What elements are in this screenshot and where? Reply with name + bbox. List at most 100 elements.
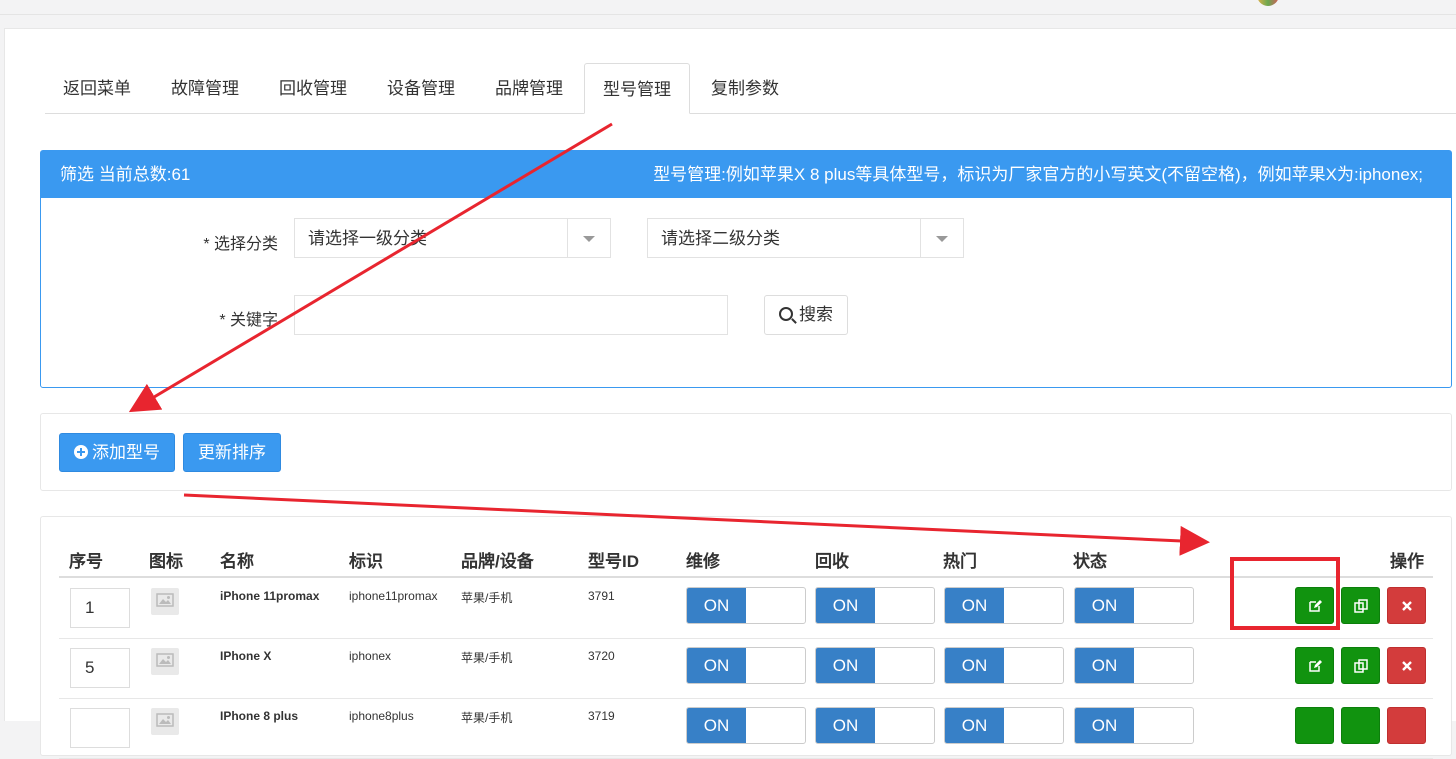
image-placeholder-icon [151, 588, 179, 615]
chevron-down-icon [567, 219, 610, 257]
table-row: IPhone 8 plus iphone8plus 苹果/手机 3719 ON … [59, 698, 1433, 759]
filter-header: 筛选 当前总数:61 型号管理:例如苹果X 8 plus等具体型号，标识为厂家官… [41, 151, 1451, 198]
header-sort: 序号 [69, 552, 103, 571]
edit-icon [1309, 660, 1322, 672]
keyword-input[interactable] [294, 295, 728, 335]
tab-copy-params[interactable]: 复制参数 [693, 63, 797, 113]
model-slug: iphonex [349, 649, 392, 663]
add-model-button[interactable]: 添加型号 [59, 433, 175, 472]
switch-on-label: ON [945, 648, 1004, 683]
header-repair: 维修 [686, 552, 720, 571]
model-name: IPhone X [220, 649, 272, 663]
header-recycle: 回收 [815, 552, 849, 571]
switch-on-label: ON [945, 588, 1004, 623]
tab-recycle-management[interactable]: 回收管理 [261, 63, 365, 113]
switch-on-label: ON [687, 588, 746, 623]
model-name: iPhone 11promax [220, 589, 320, 603]
copy-icon [1354, 599, 1368, 613]
plus-circle-icon [74, 445, 88, 459]
delete-button[interactable] [1387, 707, 1426, 744]
sort-input[interactable]: 5 [70, 648, 130, 688]
tab-fault-management[interactable]: 故障管理 [153, 63, 257, 113]
switch-on-label: ON [945, 708, 1004, 743]
action-panel: 添加型号 更新排序 [40, 413, 1452, 491]
switch-on-label: ON [687, 708, 746, 743]
model-brand: 苹果/手机 [461, 651, 513, 665]
switch-on-label: ON [816, 708, 875, 743]
recycle-switch[interactable]: ON [815, 587, 935, 624]
category1-value: 请选择一级分类 [308, 229, 427, 248]
category1-select[interactable]: 请选择一级分类 [294, 218, 611, 258]
edit-button[interactable] [1295, 707, 1334, 744]
search-icon [779, 307, 793, 321]
logo-icon [1257, 0, 1279, 6]
delete-button[interactable] [1387, 587, 1426, 624]
model-id: 3791 [588, 589, 615, 603]
hot-switch[interactable]: ON [944, 707, 1064, 744]
recycle-switch[interactable]: ON [815, 647, 935, 684]
update-sort-button[interactable]: 更新排序 [183, 433, 281, 472]
chevron-down-icon [920, 219, 963, 257]
update-sort-label: 更新排序 [198, 443, 266, 462]
copy-button[interactable] [1341, 647, 1380, 684]
repair-switch[interactable]: ON [686, 647, 806, 684]
repair-switch[interactable]: ON [686, 587, 806, 624]
model-name: IPhone 8 plus [220, 709, 299, 723]
category2-select[interactable]: 请选择二级分类 [647, 218, 964, 258]
annotation-highlight-box [1230, 557, 1340, 630]
sort-input[interactable]: 1 [70, 588, 130, 628]
table-row: 1 iPhone 11promax iphone11promax 苹果/手机 3… [59, 578, 1433, 639]
model-id: 3720 [588, 649, 615, 663]
switch-on-label: ON [687, 648, 746, 683]
image-placeholder-icon [151, 708, 179, 735]
model-brand: 苹果/手机 [461, 591, 513, 605]
model-table: 序号 图标 名称 标识 品牌/设备 型号ID 维修 回收 热门 状态 操作 1 … [40, 516, 1452, 759]
header-hot: 热门 [943, 552, 977, 571]
search-button[interactable]: 搜索 [764, 295, 848, 335]
hot-switch[interactable]: ON [944, 647, 1064, 684]
switch-on-label: ON [816, 648, 875, 683]
tab-brand-management[interactable]: 品牌管理 [477, 63, 581, 113]
header-model-id: 型号ID [588, 552, 639, 571]
category2-value: 请选择二级分类 [661, 229, 780, 248]
status-switch[interactable]: ON [1074, 587, 1194, 624]
delete-button[interactable] [1387, 647, 1426, 684]
top-bar [0, 0, 1456, 15]
tab-back-menu[interactable]: 返回菜单 [45, 63, 149, 113]
category-label: * 选择分类 [203, 236, 278, 253]
header-icon: 图标 [149, 552, 183, 571]
filter-panel: 筛选 当前总数:61 型号管理:例如苹果X 8 plus等具体型号，标识为厂家官… [40, 150, 1452, 388]
recycle-switch[interactable]: ON [815, 707, 935, 744]
switch-on-label: ON [1075, 588, 1134, 623]
copy-button[interactable] [1341, 587, 1380, 624]
repair-switch[interactable]: ON [686, 707, 806, 744]
add-model-label: 添加型号 [92, 443, 160, 462]
keyword-label: * 关键字 [219, 312, 278, 329]
model-id: 3719 [588, 709, 615, 723]
close-icon [1402, 601, 1412, 611]
switch-on-label: ON [1075, 708, 1134, 743]
status-switch[interactable]: ON [1074, 647, 1194, 684]
model-brand: 苹果/手机 [461, 711, 513, 725]
header-ops: 操作 [1390, 552, 1424, 571]
model-slug: iphone8plus [349, 709, 414, 723]
switch-on-label: ON [1075, 648, 1134, 683]
model-slug: iphone11promax [349, 589, 438, 603]
status-switch[interactable]: ON [1074, 707, 1194, 744]
header-name: 名称 [220, 552, 254, 571]
hot-switch[interactable]: ON [944, 587, 1064, 624]
table-row: 5 IPhone X iphonex 苹果/手机 3720 ON ON ON O… [59, 638, 1433, 699]
switch-on-label: ON [816, 588, 875, 623]
tab-device-management[interactable]: 设备管理 [369, 63, 473, 113]
header-status: 状态 [1073, 552, 1107, 571]
filter-title: 筛选 当前总数:61 [60, 165, 191, 184]
copy-button[interactable] [1341, 707, 1380, 744]
tab-bar: 返回菜单 故障管理 回收管理 设备管理 品牌管理 型号管理 复制参数 [45, 63, 1456, 114]
sort-input[interactable] [70, 708, 130, 748]
header-slug: 标识 [349, 552, 383, 571]
search-button-label: 搜索 [799, 305, 833, 324]
image-placeholder-icon [151, 648, 179, 675]
edit-button[interactable] [1295, 647, 1334, 684]
copy-icon [1354, 659, 1368, 673]
tab-model-management[interactable]: 型号管理 [584, 63, 690, 114]
